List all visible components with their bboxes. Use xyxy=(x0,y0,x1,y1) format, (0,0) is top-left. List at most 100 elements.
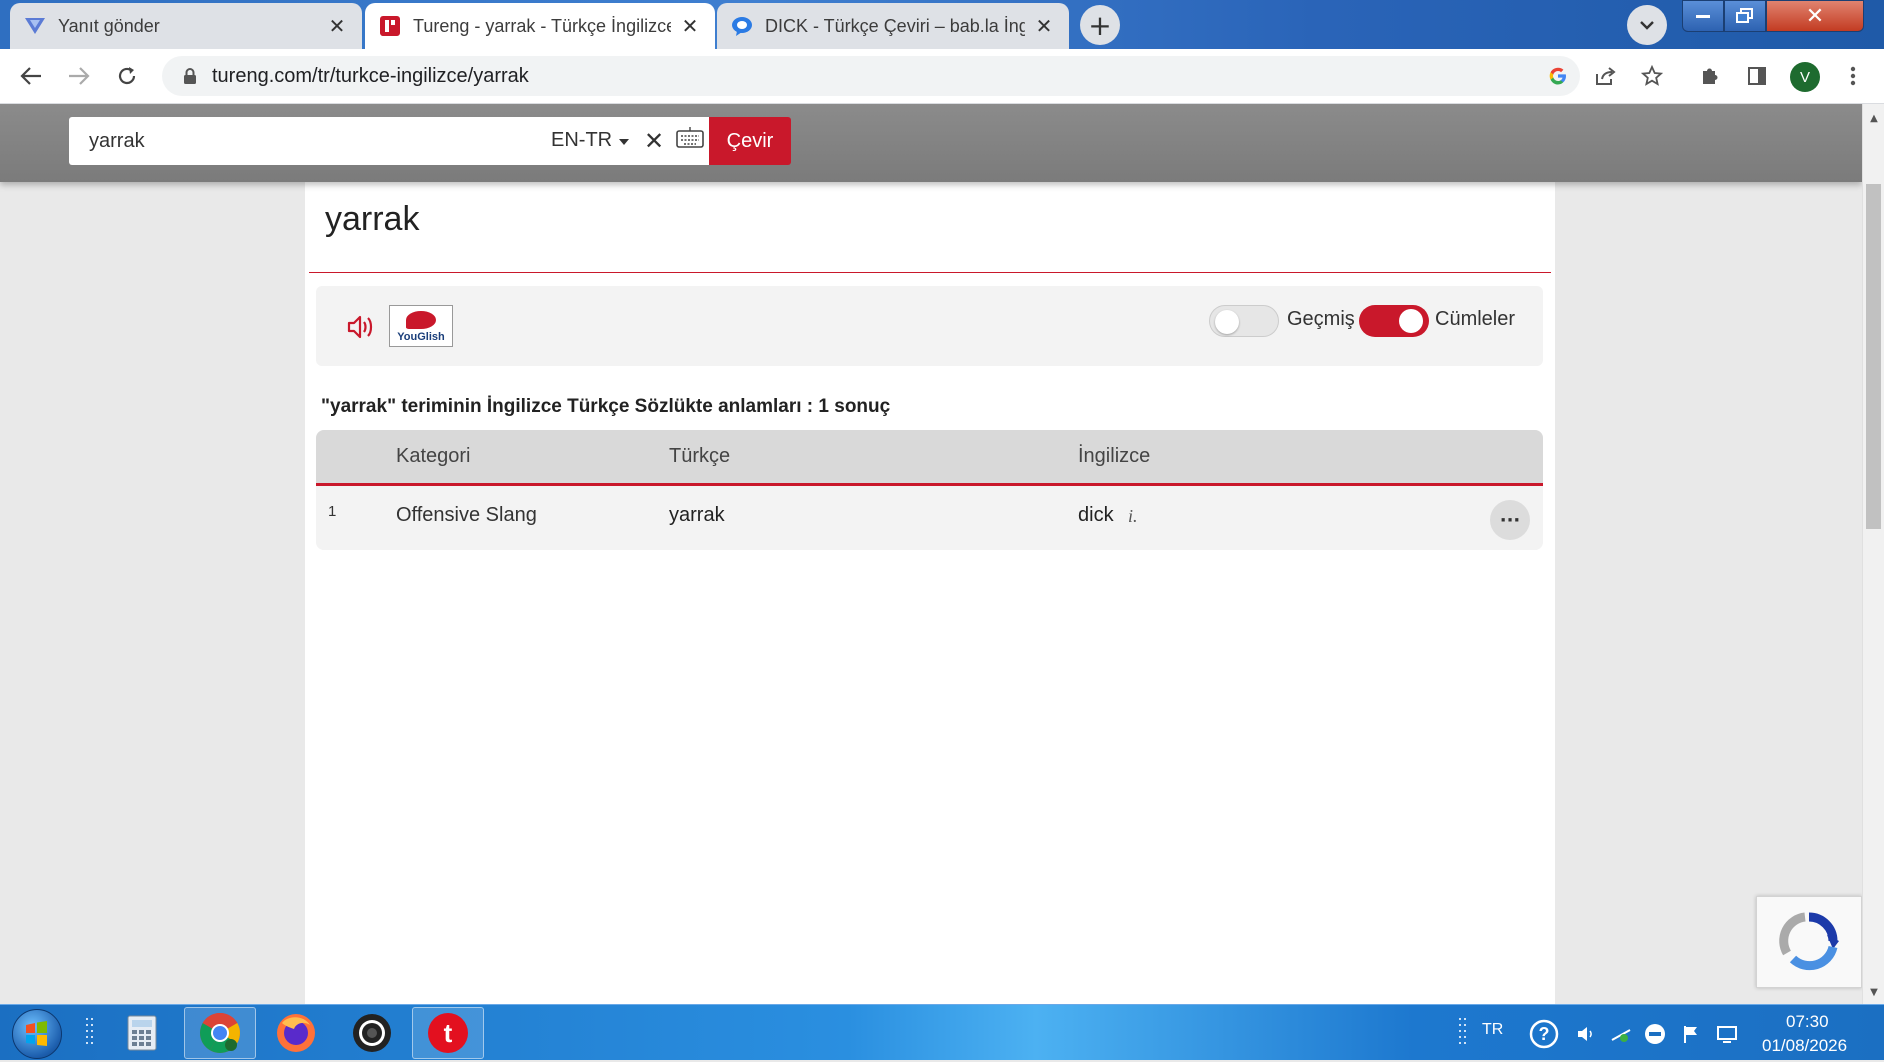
back-button[interactable] xyxy=(16,61,46,91)
scrollbar-thumb[interactable] xyxy=(1866,184,1881,529)
url-text: tureng.com/tr/turkce-ingilizce/yarrak xyxy=(212,64,529,87)
network-icon[interactable] xyxy=(1610,1023,1632,1045)
scroll-up-icon[interactable]: ▲ xyxy=(1863,108,1884,128)
share-icon[interactable] xyxy=(1590,61,1620,91)
word-type-note: i. xyxy=(1128,506,1138,526)
column-header-turkish: Türkçe xyxy=(669,445,731,467)
browser-toolbar: tureng.com/tr/turkce-ingilizce/yarrak V xyxy=(0,49,1884,104)
tray-gripper-icon xyxy=(1448,1007,1478,1059)
svg-text:?: ? xyxy=(1539,1024,1550,1044)
sentences-toggle-label: Cümleler xyxy=(1435,308,1516,330)
close-icon[interactable]: ✕ xyxy=(1033,15,1055,38)
search-header: EN-TR ✕ Çevir xyxy=(0,104,1862,182)
help-icon[interactable]: ? xyxy=(1528,1018,1560,1050)
language-select[interactable]: EN-TR xyxy=(551,129,630,152)
tab-title: DICK - Türkçe Çeviri – bab.la İngil xyxy=(765,15,1025,36)
reload-button[interactable] xyxy=(112,61,142,91)
tab-title: Tureng - yarrak - Türkçe İngilizce xyxy=(413,15,671,36)
extensions-icon[interactable] xyxy=(1695,61,1725,91)
clock-time[interactable]: 07:30 xyxy=(1786,1012,1829,1032)
tab-title: Yanıt gönder xyxy=(58,15,160,36)
sentences-toggle[interactable] xyxy=(1359,305,1429,337)
start-button[interactable] xyxy=(12,1009,62,1059)
gripper-icon xyxy=(70,1007,110,1059)
recaptcha-badge xyxy=(1756,896,1862,988)
row-english-term[interactable]: dick xyxy=(1078,504,1114,527)
row-number: 1 xyxy=(328,503,337,520)
caret-down-icon xyxy=(618,139,629,145)
chrome-icon xyxy=(200,1013,240,1053)
calculator-app[interactable] xyxy=(106,1007,178,1059)
firefox-icon xyxy=(277,1014,315,1052)
babla-icon xyxy=(731,15,753,37)
typeform-icon xyxy=(24,15,46,37)
tab-babla[interactable]: DICK - Türkçe Çeviri – bab.la İngil ✕ xyxy=(717,3,1069,49)
firefox-app[interactable] xyxy=(260,1007,332,1059)
restore-button[interactable] xyxy=(1724,0,1766,32)
language-select-value: EN-TR xyxy=(551,129,613,151)
search-box: EN-TR ✕ xyxy=(69,117,709,165)
more-options-button[interactable]: ··· xyxy=(1490,500,1530,540)
column-header-category: Kategori xyxy=(396,445,471,467)
toggle-knob xyxy=(1215,310,1239,334)
lock-icon xyxy=(180,66,200,86)
history-toggle[interactable] xyxy=(1209,305,1279,337)
translate-button[interactable]: Çevir xyxy=(709,117,791,165)
row-turkish-term[interactable]: yarrak xyxy=(669,504,725,527)
arrow-right-icon xyxy=(69,67,90,85)
forward-button[interactable] xyxy=(64,61,94,91)
youglish-label: YouGlish xyxy=(397,331,445,343)
minimize-icon xyxy=(1696,15,1710,18)
tureng-app[interactable]: t xyxy=(412,1007,484,1059)
chevron-down-icon xyxy=(1640,21,1654,30)
clear-button[interactable]: ✕ xyxy=(644,127,664,155)
restore-icon xyxy=(1736,8,1753,23)
tab-tureng[interactable]: Tureng - yarrak - Türkçe İngilizce ✕ xyxy=(365,3,715,49)
keyboard-icon[interactable] xyxy=(676,127,704,153)
column-header-english: İngilizce xyxy=(1078,445,1151,467)
new-tab-button[interactable]: + xyxy=(1080,5,1120,45)
display-icon[interactable] xyxy=(1716,1023,1738,1045)
google-icon[interactable] xyxy=(1543,61,1573,91)
reload-icon xyxy=(118,67,136,85)
volume-icon[interactable] xyxy=(1575,1023,1597,1045)
close-icon: ✕ xyxy=(1805,3,1825,29)
history-toggle-label: Geçmiş xyxy=(1287,308,1355,330)
content-card: yarrak YouGlish Geçmiş Cümleler "yarrak"… xyxy=(305,174,1555,1004)
windows-taskbar: t TR ? 07:30 01/08/2026 xyxy=(0,1004,1884,1060)
clock-date[interactable]: 01/08/2026 xyxy=(1762,1036,1847,1056)
scroll-down-icon[interactable]: ▼ xyxy=(1863,982,1884,1002)
bookmark-star-icon[interactable] xyxy=(1637,61,1667,91)
toggle-knob xyxy=(1399,309,1423,333)
tab-search-button[interactable] xyxy=(1627,5,1667,45)
camera-icon xyxy=(353,1014,391,1052)
page-title: yarrak xyxy=(325,200,420,238)
tureng-app-icon: t xyxy=(428,1013,468,1053)
speaker-icon[interactable] xyxy=(346,312,376,342)
address-bar[interactable]: tureng.com/tr/turkce-ingilizce/yarrak xyxy=(162,56,1580,96)
windows-logo-icon xyxy=(26,1021,47,1046)
close-icon[interactable]: ✕ xyxy=(326,15,348,38)
table-row: 1 Offensive Slang yarrak dick i. ··· xyxy=(316,486,1543,550)
row-category: Offensive Slang xyxy=(396,504,537,526)
tools-panel: YouGlish Geçmiş Cümleler xyxy=(316,286,1543,366)
results-table: Kategori Türkçe İngilizce 1 Offensive Sl… xyxy=(316,430,1543,550)
action-center-flag-icon[interactable] xyxy=(1680,1023,1702,1045)
kebab-menu-icon[interactable] xyxy=(1838,61,1868,91)
minimize-button[interactable] xyxy=(1682,0,1724,32)
arrow-left-icon xyxy=(20,67,41,85)
window-close-button[interactable]: ✕ xyxy=(1766,0,1864,32)
close-icon[interactable]: ✕ xyxy=(679,15,701,38)
search-input[interactable] xyxy=(87,128,531,154)
tab-yanit-gonder[interactable]: Yanıt gönder ✕ xyxy=(10,3,362,49)
side-panel-icon[interactable] xyxy=(1742,61,1772,91)
chrome-app[interactable] xyxy=(184,1007,256,1059)
camera-app[interactable] xyxy=(336,1007,408,1059)
svg-text:t: t xyxy=(444,1018,453,1048)
youglish-button[interactable]: YouGlish xyxy=(389,305,453,347)
profile-avatar[interactable]: V xyxy=(1790,62,1820,92)
remote-desktop-icon[interactable] xyxy=(1644,1023,1666,1045)
language-indicator[interactable]: TR xyxy=(1482,1021,1503,1039)
page-scrollbar[interactable]: ▲ ▼ xyxy=(1862,104,1884,1004)
browser-tab-strip: Yanıt gönder ✕ Tureng - yarrak - Türkçe … xyxy=(0,0,1884,49)
